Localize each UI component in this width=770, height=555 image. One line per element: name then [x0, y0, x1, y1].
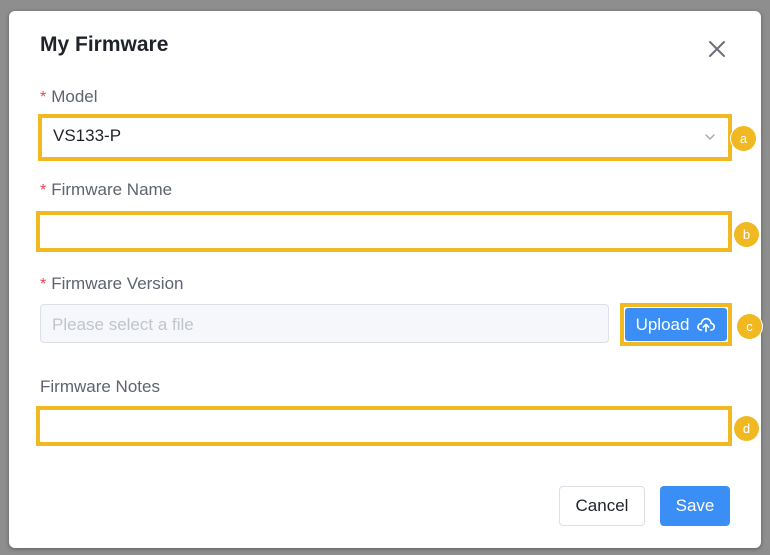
- firmware-notes-input[interactable]: [36, 406, 732, 446]
- chevron-down-icon: [705, 134, 715, 140]
- annotation-badge-c: c: [737, 314, 762, 339]
- cancel-button[interactable]: Cancel: [559, 486, 645, 526]
- required-mark: *: [40, 276, 47, 293]
- firmware-version-label: * Firmware Version: [40, 274, 184, 293]
- file-input-placeholder: Please select a file: [52, 315, 194, 334]
- firmware-file-input[interactable]: Please select a file: [40, 304, 609, 343]
- firmware-dialog: My Firmware * Model VS133-P a * Firmware N…: [9, 11, 762, 548]
- annotation-badge-b: b: [734, 222, 759, 247]
- model-select[interactable]: VS133-P: [38, 114, 732, 161]
- model-label: * Model: [40, 87, 98, 106]
- required-mark: *: [40, 89, 47, 106]
- annotation-badge-a: a: [731, 126, 756, 151]
- save-button[interactable]: Save: [660, 486, 730, 526]
- annotation-badge-d: d: [734, 416, 759, 441]
- firmware-name-input[interactable]: [36, 211, 732, 252]
- required-mark: *: [40, 182, 47, 199]
- upload-button[interactable]: Upload: [625, 308, 727, 341]
- model-select-value: VS133-P: [53, 126, 122, 145]
- cloud-upload-icon: [697, 317, 716, 333]
- upload-button-label: Upload: [635, 314, 690, 334]
- close-icon[interactable]: [706, 38, 728, 60]
- firmware-name-label: * Firmware Name: [40, 180, 173, 199]
- firmware-notes-label: Firmware Notes: [40, 377, 160, 396]
- upload-highlight: Upload: [620, 303, 732, 346]
- dialog-title: My Firmware: [40, 33, 169, 56]
